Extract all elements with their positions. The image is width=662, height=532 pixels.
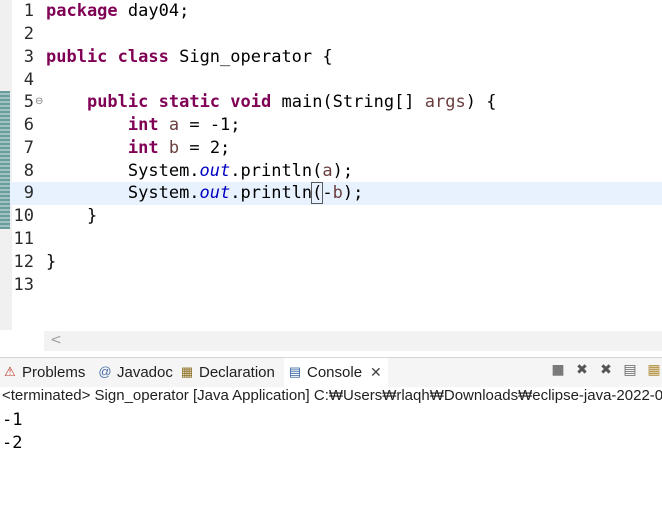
code-line-9[interactable]: System.out.println(-b); [46, 182, 363, 205]
console-icon: ▤ [288, 364, 302, 379]
variable: a [322, 161, 333, 181]
code-text: main(String[] [271, 92, 425, 112]
tab-console[interactable]: ▤ Console ✕ [284, 358, 388, 388]
code-line-12[interactable]: } [46, 251, 56, 274]
line-number: 2 [23, 24, 34, 44]
code-text: ); [342, 183, 364, 203]
code-line-8[interactable]: System.out.println(a); [46, 160, 353, 183]
variable: b [332, 183, 343, 203]
code-line-7[interactable]: int b = 2; [46, 137, 230, 160]
keyword: void [230, 92, 272, 112]
code-text: System. [127, 183, 200, 203]
code-line-5[interactable]: public static void main(String[] args) { [46, 91, 497, 114]
line-number: 3 [23, 47, 34, 67]
tab-label: Console [307, 363, 363, 381]
keyword: int [127, 138, 159, 158]
change-marker-bar [0, 91, 10, 229]
code-text: .println [230, 183, 313, 203]
tab-problems[interactable]: ⚠ Problems [3, 358, 85, 386]
declaration-icon: ▦ [180, 364, 194, 379]
matching-bracket: ( [311, 182, 324, 204]
tab-javadoc[interactable]: @ Javadoc [98, 358, 173, 386]
tab-label: Declaration [199, 363, 275, 381]
variable: a [168, 115, 180, 135]
tab-declaration[interactable]: ▦ Declaration [180, 358, 275, 386]
code-line-1[interactable]: package day04; [46, 0, 189, 23]
code-text: = -1; [179, 115, 241, 135]
line-number: 7 [23, 138, 34, 158]
code-line-3[interactable]: public class Sign_operator { [46, 46, 333, 69]
line-number: 5 [23, 92, 34, 112]
terminate-icon[interactable]: ■ [550, 362, 566, 378]
fold-collapse-icon[interactable]: ⊖ [35, 97, 43, 107]
tab-label: Problems [22, 363, 86, 381]
console-output-line: -1 [2, 410, 23, 430]
static-field: out [199, 183, 231, 203]
scroll-lock-icon[interactable]: ▦ [646, 362, 662, 378]
code-text: ); [332, 161, 354, 181]
keyword: public [46, 47, 108, 67]
line-number: 1 [23, 1, 34, 21]
bottom-panel: ⚠ Problems @ Javadoc ▦ Declaration ▤ Con… [0, 357, 662, 532]
code-text: } [86, 206, 98, 226]
scroll-left-arrow-icon[interactable]: < [50, 332, 62, 348]
remove-launch-icon[interactable]: ✖ [574, 362, 590, 378]
variable: b [168, 138, 180, 158]
keyword: package [46, 1, 118, 21]
keyword: int [127, 115, 159, 135]
code-editor[interactable]: 1 2 3 4 5 6 7 8 9 10 11 12 13 ⊖ package … [0, 0, 662, 330]
problems-icon: ⚠ [4, 364, 16, 379]
code-text: Sign_operator { [168, 47, 333, 67]
javadoc-icon: @ [98, 364, 112, 379]
parameter: args [424, 92, 466, 112]
code-text: ) { [465, 92, 497, 112]
code-text: day04; [117, 1, 190, 21]
code-line-10[interactable]: } [46, 205, 97, 228]
line-number: 4 [23, 70, 34, 90]
close-icon[interactable]: ✕ [370, 364, 382, 381]
line-number: 9 [23, 183, 34, 203]
line-number: 6 [23, 115, 34, 135]
console-status-line: <terminated> Sign_operator [Java Applica… [2, 387, 662, 404]
tab-label: Javadoc [117, 363, 173, 381]
clear-console-icon[interactable]: ▤ [622, 362, 638, 378]
code-line-6[interactable]: int a = -1; [46, 114, 241, 137]
remove-all-terminated-icon[interactable]: ✖ [598, 362, 614, 378]
panel-tab-bar: ⚠ Problems @ Javadoc ▦ Declaration ▤ Con… [0, 357, 662, 388]
keyword: class [117, 47, 169, 67]
line-number: 8 [23, 161, 34, 181]
line-number: 10 [13, 206, 34, 226]
line-number: 13 [13, 275, 34, 295]
code-text: - [322, 183, 333, 203]
code-text: .println( [230, 161, 323, 181]
code-text: System. [127, 161, 200, 181]
horizontal-scrollbar[interactable]: < [44, 331, 662, 351]
console-toolbar: ■ ✖ ✖ ▤ ▦ [550, 362, 662, 378]
code-text: = 2; [179, 138, 231, 158]
line-number: 11 [13, 229, 34, 249]
static-field: out [199, 161, 231, 181]
keyword: static [158, 92, 221, 112]
keyword: public [86, 92, 149, 112]
code-text: } [46, 252, 57, 272]
line-number: 12 [13, 252, 34, 272]
console-output-line: -2 [2, 433, 23, 453]
